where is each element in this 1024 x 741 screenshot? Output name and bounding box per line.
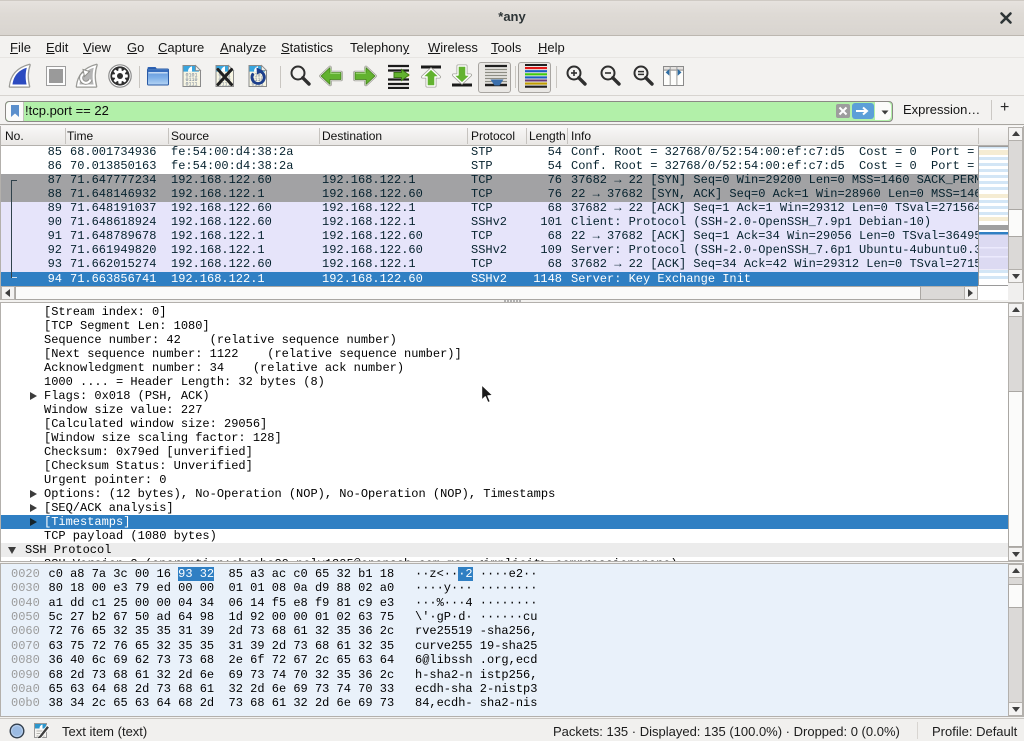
- svg-text:0111: 0111: [186, 82, 198, 88]
